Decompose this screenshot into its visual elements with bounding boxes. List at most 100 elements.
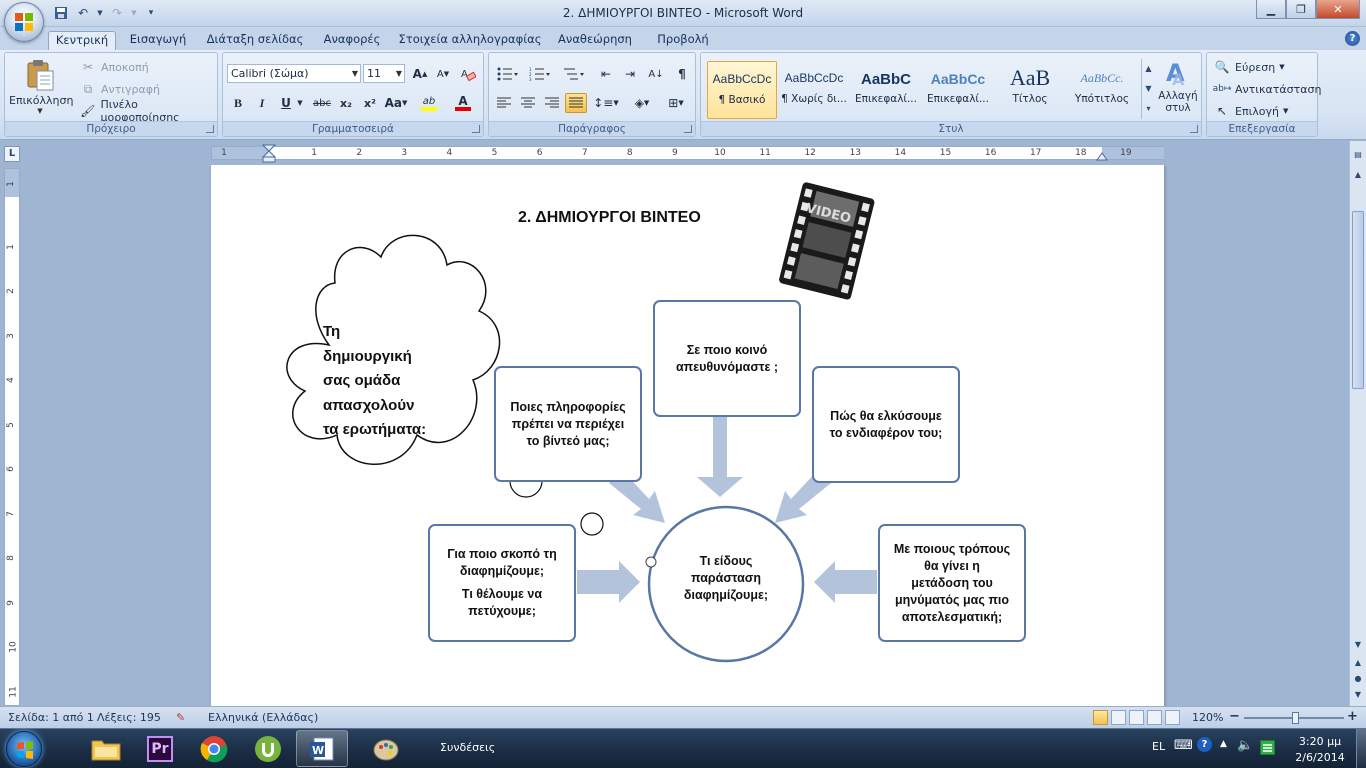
taskbar-explorer[interactable] bbox=[80, 730, 132, 767]
thought-bubble-small[interactable] bbox=[580, 512, 604, 536]
taskbar-word[interactable]: W bbox=[296, 730, 348, 767]
styles-launcher-icon[interactable] bbox=[1190, 125, 1198, 133]
proofing-icon[interactable]: ✎ bbox=[176, 711, 185, 724]
find-button[interactable]: 🔍 Εύρεση ▼ bbox=[1213, 57, 1285, 77]
decrease-indent-icon[interactable]: ⇤ bbox=[595, 64, 617, 84]
font-color-button[interactable]: A bbox=[449, 93, 477, 113]
previous-page-icon[interactable]: ▲ bbox=[1351, 655, 1365, 670]
align-right-icon[interactable] bbox=[541, 93, 563, 113]
shading-icon[interactable]: ◈ ▼ bbox=[627, 93, 657, 113]
multilevel-list-icon[interactable] bbox=[559, 64, 589, 84]
style-heading-1[interactable]: AaBbC Επικεφαλί... bbox=[851, 61, 921, 119]
show-hidden-icons-icon[interactable]: ▲ bbox=[1220, 739, 1227, 749]
superscript-button[interactable]: x² bbox=[359, 93, 381, 113]
arrow-left[interactable] bbox=[814, 561, 877, 603]
zoom-in-button[interactable]: + bbox=[1347, 709, 1358, 724]
toolbar-connections[interactable]: Συνδέσεις bbox=[440, 741, 495, 754]
input-language[interactable]: EL bbox=[1152, 740, 1165, 753]
clock-date[interactable]: 2/6/2014 bbox=[1292, 751, 1348, 764]
scroll-down-icon[interactable]: ▼ bbox=[1351, 637, 1365, 652]
means-box[interactable]: Με ποιους τρόπους θα γίνει η μετάδοση το… bbox=[878, 524, 1026, 642]
page-count[interactable]: Σελίδα: 1 από 1 bbox=[8, 711, 94, 724]
copy-button[interactable]: ⧉ Αντιγραφή bbox=[79, 79, 160, 99]
paste-dropdown-icon[interactable]: ▼ bbox=[9, 107, 71, 115]
subscript-button[interactable]: x₂ bbox=[335, 93, 357, 113]
zoom-level[interactable]: 120% bbox=[1192, 711, 1223, 724]
office-button[interactable] bbox=[4, 2, 44, 42]
selection-handle[interactable] bbox=[645, 556, 657, 568]
horizontal-ruler[interactable]: 1 1 2 3 4 5 6 7 8 9 10 11 12 13 14 15 16 17 18 19 bbox=[211, 144, 1164, 163]
sort-icon[interactable]: A↓ bbox=[645, 64, 667, 84]
chevron-down-icon[interactable]: ▼ bbox=[1142, 79, 1155, 99]
clear-formatting-icon[interactable]: A bbox=[457, 64, 479, 84]
tab-page-layout[interactable]: Διάταξη σελίδας bbox=[203, 31, 307, 50]
align-left-icon[interactable] bbox=[493, 93, 515, 113]
clock-time[interactable]: 3:20 μμ bbox=[1297, 735, 1343, 748]
zoom-out-button[interactable]: − bbox=[1229, 709, 1240, 724]
bullets-icon[interactable] bbox=[493, 64, 523, 84]
speaker-icon[interactable]: 🔈 bbox=[1237, 738, 1253, 753]
ruler-toggle-icon[interactable]: ▤ bbox=[1351, 147, 1365, 162]
italic-button[interactable]: I bbox=[251, 93, 273, 113]
select-button[interactable]: ↖ Επιλογή ▼ bbox=[1213, 101, 1288, 121]
taskbar-utorrent[interactable] bbox=[242, 730, 294, 767]
style-heading-2[interactable]: AaBbCc Επικεφαλί... bbox=[923, 61, 993, 119]
full-screen-reading-button[interactable] bbox=[1111, 710, 1126, 725]
tab-selector[interactable]: L bbox=[4, 146, 20, 162]
close-button[interactable]: ✕ bbox=[1316, 0, 1360, 19]
web-layout-button[interactable] bbox=[1129, 710, 1144, 725]
style-normal[interactable]: AaBbCcDc ¶ Βασικό bbox=[707, 61, 777, 119]
strikethrough-button[interactable]: abc bbox=[309, 93, 335, 113]
restore-button[interactable]: ❐ bbox=[1286, 0, 1316, 19]
cut-button[interactable]: ✂ Αποκοπή bbox=[79, 57, 149, 77]
arrow-right[interactable] bbox=[577, 561, 640, 603]
help-icon[interactable]: ? bbox=[1345, 31, 1360, 46]
right-indent-marker-icon[interactable] bbox=[1096, 151, 1108, 161]
draft-view-button[interactable] bbox=[1165, 710, 1180, 725]
paste-button[interactable]: Επικόλληση ▼ bbox=[9, 57, 73, 119]
scrollbar-thumb[interactable] bbox=[1352, 211, 1364, 389]
tab-mailings[interactable]: Στοιχεία αλληλογραφίας bbox=[397, 31, 543, 50]
print-layout-view-button[interactable] bbox=[1093, 710, 1108, 725]
format-painter-button[interactable]: 🖌 Πινέλο μορφοποίησης bbox=[79, 98, 217, 124]
chevron-up-icon[interactable]: ▲ bbox=[1142, 59, 1155, 79]
style-subtitle[interactable]: AaBbCc. Υπότιτλος bbox=[1067, 61, 1137, 119]
taskbar-chrome[interactable] bbox=[188, 730, 240, 767]
grow-font-button[interactable]: A ▲ bbox=[409, 64, 431, 84]
keyboard-icon[interactable]: ⌨ bbox=[1174, 738, 1193, 753]
zoom-slider-knob[interactable] bbox=[1292, 712, 1299, 724]
minimize-button[interactable]: ▁ bbox=[1256, 0, 1286, 19]
numbering-icon[interactable]: 123 bbox=[525, 64, 555, 84]
tab-home[interactable]: Κεντρική bbox=[48, 31, 116, 50]
align-center-icon[interactable] bbox=[517, 93, 539, 113]
word-count[interactable]: Λέξεις: 195 bbox=[97, 711, 161, 724]
vertical-scrollbar[interactable]: ▤ ▲ ▼ ▲ ● ▼ bbox=[1349, 141, 1366, 706]
font-size-combo[interactable]: 11 ▼ bbox=[363, 64, 405, 83]
show-desktop-button[interactable] bbox=[1356, 729, 1366, 768]
network-icon[interactable] bbox=[1260, 740, 1275, 755]
tab-insert[interactable]: Εισαγωγή bbox=[124, 31, 192, 50]
font-launcher-icon[interactable] bbox=[472, 125, 480, 133]
underline-button[interactable]: U bbox=[275, 93, 297, 113]
tab-view[interactable]: Προβολή bbox=[648, 31, 718, 50]
more-icon[interactable]: ▾ bbox=[1142, 99, 1155, 119]
line-spacing-icon[interactable]: ↕≡ ▼ bbox=[591, 93, 621, 113]
attract-box[interactable]: Πώς θα ελκύσουμε το ενδιαφέρον του; bbox=[812, 366, 960, 483]
styles-gallery-scroll[interactable]: ▲ ▼ ▾ bbox=[1141, 59, 1155, 119]
justify-icon[interactable] bbox=[565, 93, 587, 113]
change-styles-button[interactable]: A A Αλλαγή στυλ bbox=[1157, 57, 1199, 114]
style-no-spacing[interactable]: AaBbCcDc ¶ Χωρίς δι... bbox=[779, 61, 849, 119]
paragraph-launcher-icon[interactable] bbox=[684, 125, 692, 133]
highlight-button[interactable]: ab bbox=[415, 93, 443, 113]
next-page-icon[interactable]: ▼ bbox=[1351, 687, 1365, 702]
scroll-up-icon[interactable]: ▲ bbox=[1351, 167, 1365, 182]
underline-dropdown-icon[interactable]: ▼ bbox=[295, 93, 305, 113]
replace-button[interactable]: ab↦ Αντικατάσταση bbox=[1213, 79, 1322, 99]
increase-indent-icon[interactable]: ⇥ bbox=[619, 64, 641, 84]
help-tray-icon[interactable]: ? bbox=[1197, 737, 1212, 752]
purpose-box[interactable]: Για ποιο σκοπό τη διαφημίζουμε; Τι θέλου… bbox=[428, 524, 576, 642]
taskbar-premiere[interactable]: Pr bbox=[134, 730, 186, 767]
shrink-font-button[interactable]: A ▼ bbox=[432, 64, 454, 84]
taskbar-paint[interactable] bbox=[360, 730, 412, 767]
style-title[interactable]: AaB Τίτλος bbox=[995, 61, 1065, 119]
